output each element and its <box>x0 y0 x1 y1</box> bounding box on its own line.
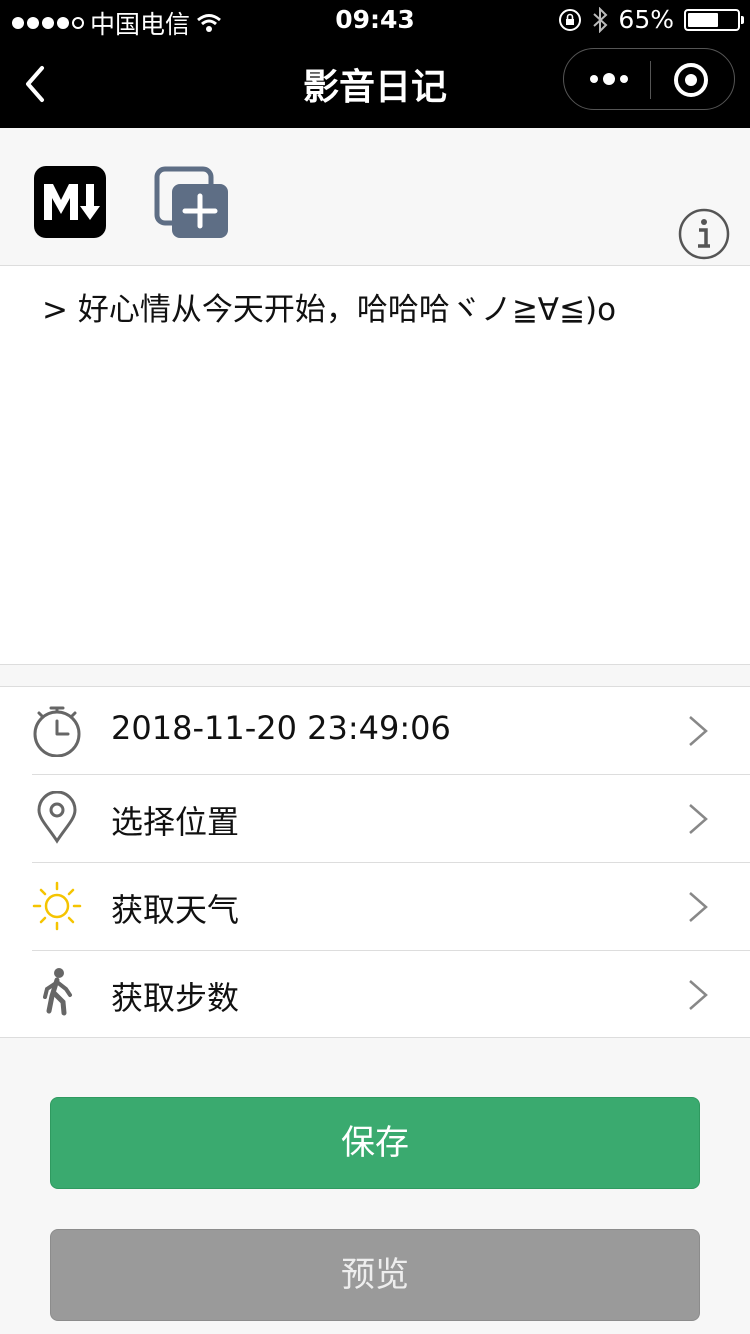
save-button[interactable]: 保存 <box>50 1097 700 1189</box>
list-item-datetime[interactable]: 2018-11-20 23:49:06 <box>0 687 750 775</box>
mini-program-capsule <box>563 48 735 110</box>
diary-editor[interactable]: > 好心情从今天开始，哈哈哈ヾノ≧∀≦)o <box>0 266 750 665</box>
close-target-icon[interactable] <box>672 61 710 99</box>
status-bar: 中国电信 09:43 65% <box>0 0 750 40</box>
chevron-right-icon <box>689 892 708 922</box>
weather-label: 获取天气 <box>111 891 240 929</box>
chevron-right-icon <box>689 980 708 1010</box>
steps-label: 获取步数 <box>111 979 240 1017</box>
stopwatch-icon <box>33 706 81 757</box>
info-icon[interactable] <box>678 208 730 260</box>
battery-level <box>688 12 718 27</box>
sun-icon <box>32 881 82 931</box>
diary-options-list: 2018-11-20 23:49:06 选择位置 获取天气 获取步数 <box>0 686 750 1038</box>
chevron-right-icon <box>689 804 708 834</box>
status-right: 65% <box>558 5 744 34</box>
rotation-lock-icon <box>559 8 582 31</box>
battery-percent: 65% <box>618 5 674 34</box>
location-pin-icon <box>37 791 77 844</box>
chevron-right-icon <box>689 716 708 746</box>
editor-toolbar <box>0 128 750 266</box>
preview-button[interactable]: 预览 <box>50 1229 700 1321</box>
bluetooth-icon <box>593 6 608 33</box>
more-icon[interactable] <box>584 64 634 94</box>
editor-content[interactable]: > 好心情从今天开始，哈哈哈ヾノ≧∀≦)o <box>42 284 616 329</box>
list-item-location[interactable]: 选择位置 <box>0 775 750 863</box>
battery-icon <box>684 8 744 31</box>
list-item-weather[interactable]: 获取天气 <box>0 863 750 951</box>
walking-person-icon <box>43 968 72 1016</box>
nav-bar: 影音日记 <box>0 40 750 128</box>
datetime-label: 2018-11-20 23:49:06 <box>111 709 451 747</box>
markdown-icon[interactable] <box>34 166 106 238</box>
location-label: 选择位置 <box>111 803 240 841</box>
list-item-steps[interactable]: 获取步数 <box>0 951 750 1039</box>
capsule-divider <box>650 61 651 99</box>
copy-add-icon[interactable] <box>154 166 230 242</box>
